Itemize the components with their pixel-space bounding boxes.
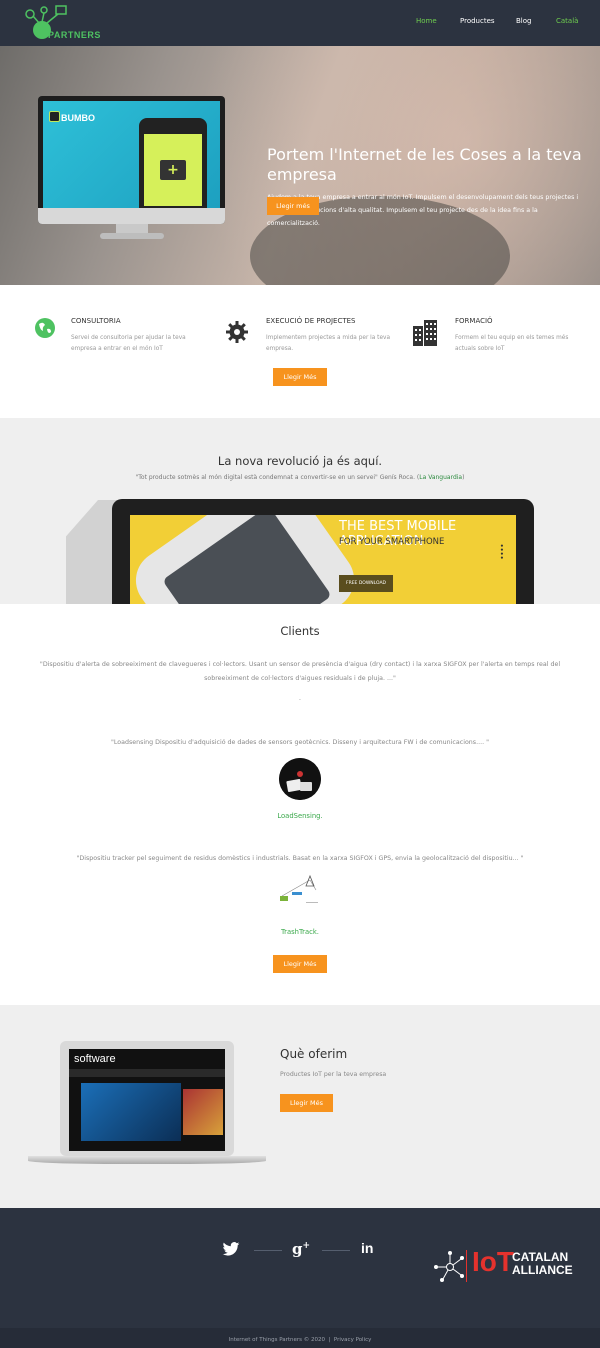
alliance-iot-logo: IoT [472,1246,514,1277]
mock-software-label: software [74,1053,116,1065]
client-text-2: "Loadsensing Dispositiu d'adquisició de … [111,739,489,746]
hero-title: Portem l'Internet de les Coses a la teva… [267,145,582,184]
nav-blog[interactable]: Blog [516,17,531,25]
service-title-consultoria: CONSULTORIA [71,317,121,325]
monitor-screen: BUMBO + [43,101,220,218]
globe-icon [35,318,55,338]
clients-read-more-button[interactable]: Llegir Més [273,955,327,973]
building-icon [413,320,437,346]
client-name-2[interactable]: LoadSensing. [0,812,600,820]
service-title-formacio: FORMACIÓ [455,317,493,325]
service-title-execucio: EXECUCIÓ DE PROJECTES [266,317,356,325]
revolution-title: La nova revolució ja és aquí. [217,454,383,468]
alliance-text: CATALAN ALLIANCE [512,1250,573,1277]
mock-subheadline: FOR YOUR SMARTPHONE [339,537,445,547]
privacy-policy-link[interactable]: Privacy Policy [334,1337,371,1343]
nav-language[interactable]: Català [556,17,578,25]
client-name-1[interactable]: . [0,694,600,702]
gear-icon [226,321,248,343]
offer-text: Productes IoT per la teva empresa [280,1071,387,1078]
logo-text[interactable]: PARTNERS [48,30,101,40]
phone-mockup: + [139,118,207,218]
mock-download-button: FREE DOWNLOAD [339,575,393,592]
service-desc-execucio: Implementem projectes a mida per la teva… [266,335,391,352]
revolution-quote: "Tot producte sotmès al món digital està… [135,474,465,481]
service-desc-consultoria: Servei de consultoria per ajudar la teva… [71,335,186,352]
services-read-more-button[interactable]: Llegir Més [273,368,327,386]
client-name-3[interactable]: TrashTrack. [0,928,600,936]
copyright-text: Internet of Things Partners © 2020 [228,1337,326,1343]
tablet-mockup-image: THE BEST MOBILE APPLICATION FOR YOUR SMA… [112,499,534,604]
nav-productes[interactable]: Productes [460,17,495,25]
twitter-icon[interactable] [222,1242,240,1256]
top-navbar: PARTNERS Home Productes Blog Català [0,0,600,46]
offer-section: software Què oferim Productes IoT per la… [0,1005,600,1208]
client-text-1: "Dispositiu d'alerta de sobreeiximent de… [39,661,561,682]
google-plus-icon[interactable]: g+ [292,1240,310,1258]
offer-read-more-button[interactable]: Llegir Més [280,1094,333,1112]
linkedin-icon[interactable]: in [361,1240,373,1256]
more-dots-icon: • • • • [500,543,504,562]
nav-home[interactable]: Home [416,17,437,25]
clients-title: Clients [280,624,320,638]
trashtrack-image [280,874,318,903]
revolution-section: La nova revolució ja és aquí. "Tot produ… [0,418,600,604]
laptop-mockup-image: software [28,1041,266,1164]
loadsensing-image [279,758,321,800]
client-text-3: "Dispositiu tracker pel seguiment de res… [76,855,524,862]
hero-monitor-image: BUMBO + [38,96,225,239]
app-icon [49,111,60,122]
hero-banner: BUMBO + Portem l'Internet de les Coses a… [0,46,600,285]
service-desc-formacio: Formem el teu equip en els temes més act… [455,335,569,352]
footer: g+ in IoT CATALAN ALLIANCE [0,1208,600,1328]
mock-app-name: BUMBO [61,113,95,123]
la-vanguardia-link[interactable]: La Vanguardia [419,474,462,481]
case-icon: + [160,160,186,180]
alliance-network-icon [434,1251,464,1282]
hero-read-more-button[interactable]: Llegir més [267,197,319,215]
offer-title: Què oferim [280,1047,348,1061]
bottom-bar: Internet of Things Partners © 2020 | Pri… [0,1328,600,1348]
